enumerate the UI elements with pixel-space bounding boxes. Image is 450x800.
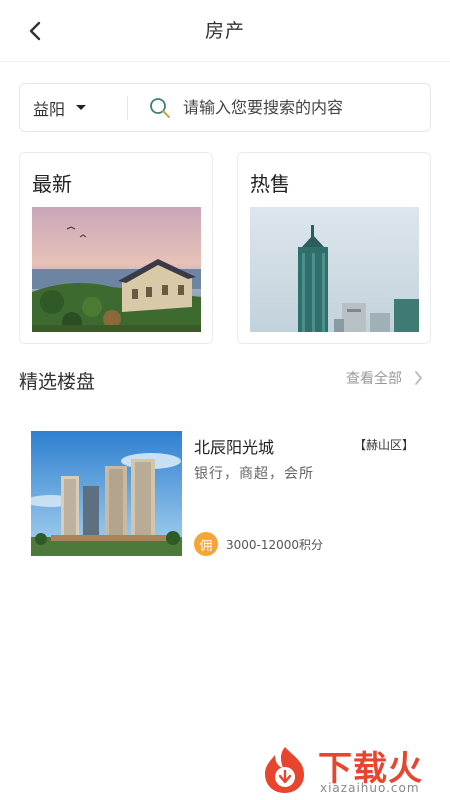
search-input[interactable] [183, 92, 423, 123]
view-all-label: 查看全部 [346, 371, 402, 387]
city-label: 益阳 [33, 99, 66, 119]
category-card-latest[interactable]: 最新 [19, 152, 213, 344]
property-name: 北辰阳光城 [194, 438, 275, 457]
search-bar: 益阳 [19, 83, 431, 132]
divider [127, 96, 128, 120]
caret-down-icon [76, 105, 87, 110]
flame-logo-icon [265, 747, 304, 793]
featured-section-header: 精选楼盘 查看全部 [19, 362, 431, 396]
chevron-right-icon [415, 371, 422, 385]
app-header: 房产 [0, 0, 450, 62]
view-all-link[interactable]: 查看全部 [346, 368, 423, 388]
property-listing-item[interactable]: 北辰阳光城 【赫山区】 银行，商超，会所 佣 3000-12000积分 [31, 428, 423, 558]
commission-info: 佣 3000-12000积分 [194, 532, 323, 556]
apartment-towers-photo [31, 431, 182, 556]
watermark: 下载火 xiazaihuo.com [238, 737, 450, 800]
category-title: 热售 [250, 172, 290, 196]
highrise-tower-photo [250, 207, 419, 332]
villa-sunset-photo [32, 207, 201, 332]
property-district: 【赫山区】 [353, 438, 414, 452]
city-select[interactable]: 益阳 [20, 84, 112, 131]
page-title: 房产 [204, 20, 245, 42]
category-title: 最新 [32, 172, 72, 196]
commission-range: 3000-12000积分 [226, 537, 324, 552]
category-card-hot-sale[interactable]: 热售 [237, 152, 431, 344]
property-tags: 银行，商超，会所 [194, 466, 314, 482]
watermark-domain: xiazaihuo.com [320, 781, 420, 795]
search-icon [150, 98, 170, 118]
section-title: 精选楼盘 [19, 371, 96, 393]
commission-badge: 佣 [194, 532, 218, 556]
